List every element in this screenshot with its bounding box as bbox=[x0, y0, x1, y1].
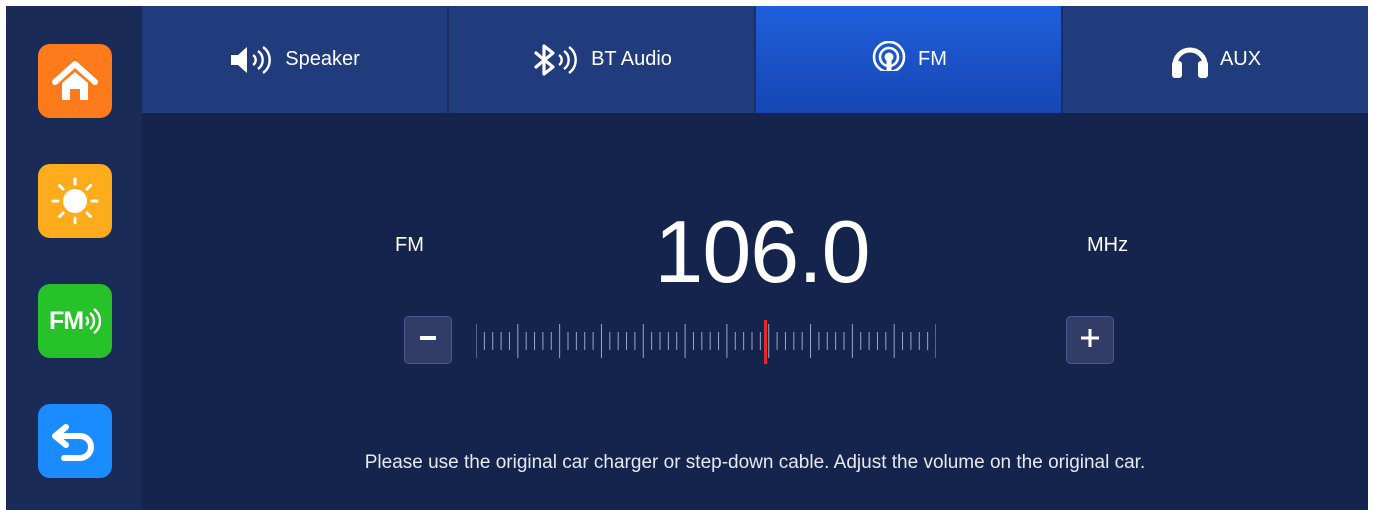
decrease-frequency-button[interactable] bbox=[404, 316, 452, 364]
tab-fm-label: FM bbox=[918, 48, 947, 70]
tab-bt-audio-label: BT Audio bbox=[591, 48, 672, 70]
sun-icon bbox=[50, 176, 100, 226]
fm-icon-label: FM bbox=[48, 306, 84, 335]
tab-fm[interactable]: FM bbox=[756, 6, 1063, 113]
unit-label: MHz bbox=[1087, 234, 1129, 256]
bluetooth-icon bbox=[531, 43, 581, 76]
fm-icon: FM bbox=[48, 306, 102, 336]
back-button[interactable] bbox=[38, 404, 112, 478]
app-window: FM Speaker BT Audio FM AUX FM 106.0 MHz … bbox=[6, 6, 1368, 510]
radio-broadcast-icon bbox=[870, 40, 908, 79]
tuning-scale[interactable] bbox=[476, 318, 936, 364]
tab-bt-audio[interactable]: BT Audio bbox=[449, 6, 756, 113]
tab-speaker-label: Speaker bbox=[285, 48, 360, 70]
tuning-indicator bbox=[764, 320, 767, 364]
headphones-icon bbox=[1170, 41, 1210, 79]
tab-aux[interactable]: AUX bbox=[1063, 6, 1368, 113]
band-label: FM bbox=[395, 234, 424, 256]
main-panel: Speaker BT Audio FM AUX FM 106.0 MHz Ple… bbox=[142, 6, 1368, 510]
speaker-icon bbox=[229, 45, 275, 75]
home-icon bbox=[51, 58, 99, 104]
sidebar: FM bbox=[6, 6, 142, 510]
brightness-button[interactable] bbox=[38, 164, 112, 238]
plus-icon bbox=[1078, 326, 1102, 355]
frequency-display: 106.0 bbox=[654, 202, 870, 301]
minus-icon bbox=[418, 328, 438, 353]
notice-text: Please use the original car charger or s… bbox=[364, 452, 1146, 473]
source-tabs: Speaker BT Audio FM AUX bbox=[142, 6, 1368, 113]
increase-frequency-button[interactable] bbox=[1066, 316, 1114, 364]
tab-aux-label: AUX bbox=[1219, 48, 1262, 70]
tab-speaker[interactable]: Speaker bbox=[142, 6, 449, 113]
home-button[interactable] bbox=[38, 44, 112, 118]
fm-shortcut-button[interactable]: FM bbox=[38, 284, 112, 358]
back-arrow-icon bbox=[52, 419, 98, 463]
